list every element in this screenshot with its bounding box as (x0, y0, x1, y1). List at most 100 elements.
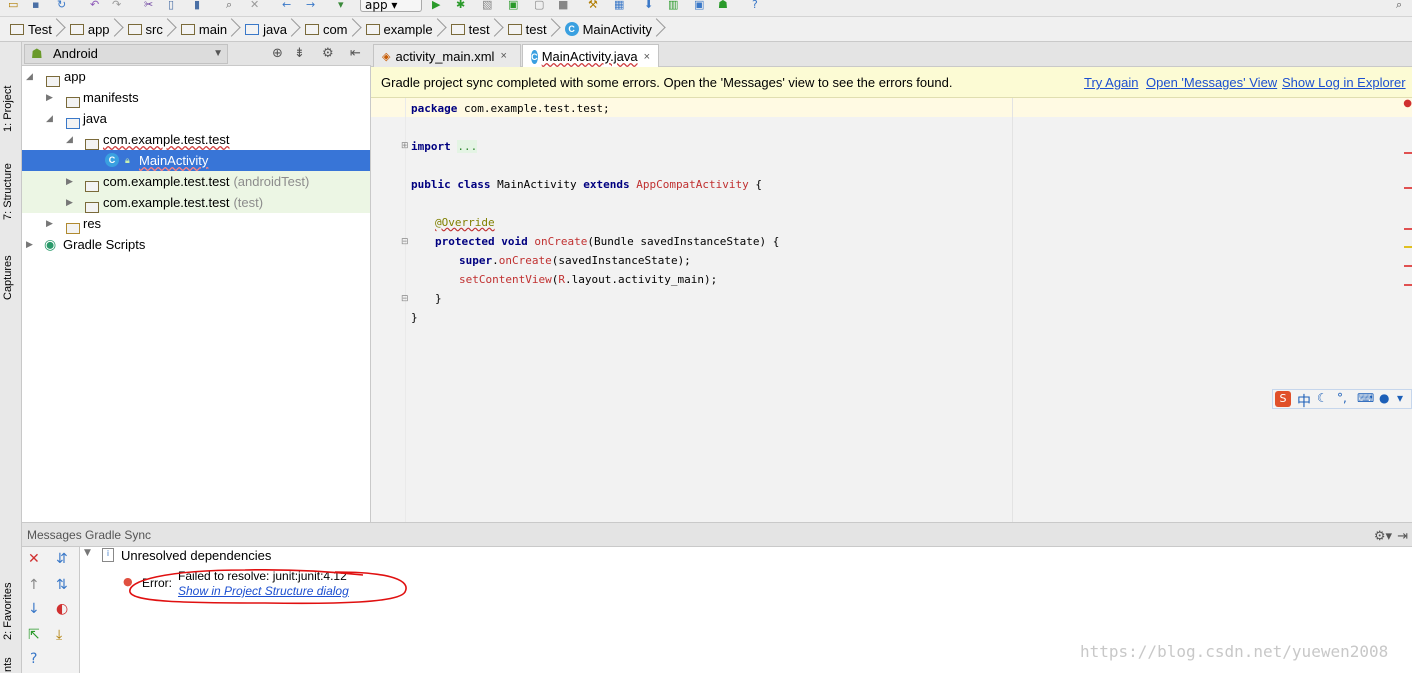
next-icon[interactable]: ↓ (28, 601, 40, 617)
debug-icon[interactable]: ✱ (456, 0, 465, 12)
breadcrumb-app[interactable]: app (66, 19, 124, 39)
download-icon[interactable]: ⤓ (56, 627, 62, 643)
paste-icon[interactable]: ▮ (194, 0, 200, 12)
error-stripe-mark[interactable] (1404, 228, 1412, 230)
run-configuration-select[interactable]: app ▾ (360, 0, 422, 12)
collapse-all-icon[interactable]: ⇅ (56, 577, 68, 593)
try-again-link[interactable]: Try Again (1084, 67, 1138, 98)
settings-gear-icon[interactable]: ⚙▾ (1374, 523, 1392, 548)
tree-item-manifests[interactable]: ▶ manifests (22, 87, 370, 108)
favorites-tool-tab[interactable]: 2: Favorites (2, 556, 14, 640)
captures-tool-tab[interactable]: Captures (2, 232, 14, 300)
expand-arrow-icon[interactable]: ◢ (46, 113, 53, 124)
copy-icon[interactable]: ▯ (168, 0, 174, 12)
cut-icon[interactable]: ✂ (144, 0, 153, 12)
apply-changes-icon[interactable]: ▢ (534, 0, 544, 12)
undo-icon[interactable]: ↶ (90, 0, 99, 12)
collapsed-arrow-icon[interactable]: ▶ (26, 239, 33, 250)
message-group-title[interactable]: Unresolved dependencies (121, 548, 271, 563)
scroll-from-source-icon[interactable]: ⊕ (272, 46, 283, 61)
avd-manager-icon[interactable]: ▥ (668, 0, 678, 12)
replace-icon[interactable]: ✕ (250, 0, 259, 12)
tree-item-mainactivity[interactable]: C 🔒︎ MainActivity (22, 150, 370, 171)
tree-item-res[interactable]: ▶ res (22, 213, 370, 234)
show-warnings-icon[interactable]: ◐ (56, 601, 68, 617)
breadcrumb-main[interactable]: main (177, 19, 241, 39)
save-icon[interactable]: ▪ (32, 0, 39, 12)
find-icon[interactable]: ⌕ (226, 0, 232, 12)
help-icon[interactable]: ? (30, 651, 37, 667)
project-view-select[interactable]: ☗ Android ▼ (24, 44, 228, 64)
collapsed-arrow-icon[interactable]: ▶ (66, 197, 73, 208)
forward-icon[interactable]: → (306, 0, 315, 12)
sync-gradle-icon[interactable]: ▣ (694, 0, 704, 12)
expand-arrow-icon[interactable]: ◢ (26, 71, 33, 82)
close-icon[interactable]: ✕ (28, 551, 40, 567)
breadcrumb-java[interactable]: java (241, 19, 301, 39)
collapsed-arrow-icon[interactable]: ▶ (46, 92, 53, 103)
collapse-all-icon[interactable]: ⇟ (294, 46, 305, 61)
export-icon[interactable]: ⇱ (28, 627, 40, 643)
tree-item-app[interactable]: ◢ app (22, 66, 370, 87)
error-stripe-mark[interactable] (1404, 187, 1412, 189)
breadcrumb-com[interactable]: com (301, 19, 362, 39)
tab-activity-main-xml[interactable]: ◈ activity_main.xml × (373, 44, 521, 67)
breadcrumb-mainactivity[interactable]: C MainActivity (561, 19, 666, 39)
settings-gear-icon[interactable]: ⚙ (322, 46, 334, 61)
code-editor[interactable]: package com.example.test.test; import ..… (406, 98, 1412, 522)
search-everywhere-icon[interactable]: ⌕ (1396, 0, 1402, 12)
close-icon[interactable]: × (500, 50, 506, 62)
moon-icon[interactable]: ☾ (1317, 391, 1328, 405)
help-icon[interactable]: ? (752, 0, 758, 12)
structure-tool-tab[interactable]: 7: Structure (2, 138, 14, 220)
redo-icon[interactable]: ↷ (112, 0, 121, 12)
build-variants-tool-tab[interactable]: nts (2, 650, 14, 672)
ime-language-toggle[interactable]: 中 (1297, 391, 1311, 411)
android-monitor-icon[interactable]: ☗ (718, 0, 728, 12)
error-stripe-mark[interactable] (1404, 265, 1412, 267)
breadcrumb-test[interactable]: Test (6, 19, 66, 39)
skin-icon[interactable]: ▾ (1397, 391, 1403, 405)
breadcrumb-src[interactable]: src (124, 19, 177, 39)
expand-arrow-icon[interactable]: ▼ (84, 548, 91, 558)
import-fold[interactable]: ... (457, 140, 478, 153)
keyboard-icon[interactable]: ⌨ (1357, 391, 1374, 405)
breadcrumb-test-pkg[interactable]: test (447, 19, 504, 39)
tab-mainactivity-java[interactable]: C MainActivity.java × (522, 44, 659, 68)
expand-arrow-icon[interactable]: ◢ (66, 134, 73, 145)
tree-item-package-main[interactable]: ◢ com.example.test.test (22, 129, 370, 150)
error-stripe-mark[interactable] (1404, 284, 1412, 286)
error-status-icon[interactable]: ● (1403, 98, 1412, 109)
sync-icon[interactable]: ↻ (57, 0, 66, 12)
tree-item-package-test[interactable]: ▶ com.example.test.test (test) (22, 192, 370, 213)
collapsed-arrow-icon[interactable]: ▶ (46, 218, 53, 229)
hide-panel-icon[interactable]: ⇥ (1397, 523, 1408, 548)
hide-panel-icon[interactable]: ⇤ (350, 46, 361, 61)
expand-all-icon[interactable]: ⇵ (56, 551, 68, 567)
open-icon[interactable]: ▭ (8, 0, 18, 12)
make-icon[interactable]: ▾ (338, 0, 344, 12)
run-icon[interactable]: ▶ (432, 0, 440, 12)
collapsed-arrow-icon[interactable]: ▶ (66, 176, 73, 187)
error-stripe-mark[interactable] (1404, 152, 1412, 154)
close-icon[interactable]: × (644, 51, 650, 63)
tree-item-gradle-scripts[interactable]: ▶ ◉ Gradle Scripts (22, 234, 370, 255)
previous-icon[interactable]: ↑ (28, 577, 40, 593)
sdk-manager-icon[interactable]: ⬇ (644, 0, 653, 12)
sogou-logo-icon[interactable]: S (1275, 391, 1291, 407)
open-messages-link[interactable]: Open 'Messages' View (1146, 67, 1277, 98)
punctuation-icon[interactable]: °, (1337, 391, 1347, 405)
tools-icon[interactable]: ⚒ (588, 0, 598, 12)
show-log-link[interactable]: Show Log in Explorer (1282, 67, 1406, 98)
user-icon[interactable]: ● (1379, 391, 1389, 405)
breadcrumb-example[interactable]: example (362, 19, 447, 39)
back-icon[interactable]: ← (282, 0, 291, 12)
warning-stripe-mark[interactable] (1404, 246, 1412, 248)
stop-icon[interactable]: ■ (558, 0, 568, 12)
project-tool-tab[interactable]: 1: Project (2, 50, 14, 132)
attach-debugger-icon[interactable]: ▣ (508, 0, 518, 12)
coverage-icon[interactable]: ▧ (482, 0, 492, 12)
breadcrumb-test-pkg-2[interactable]: test (504, 19, 561, 39)
tree-item-java[interactable]: ◢ java (22, 108, 370, 129)
project-structure-icon[interactable]: ▦ (614, 0, 624, 12)
